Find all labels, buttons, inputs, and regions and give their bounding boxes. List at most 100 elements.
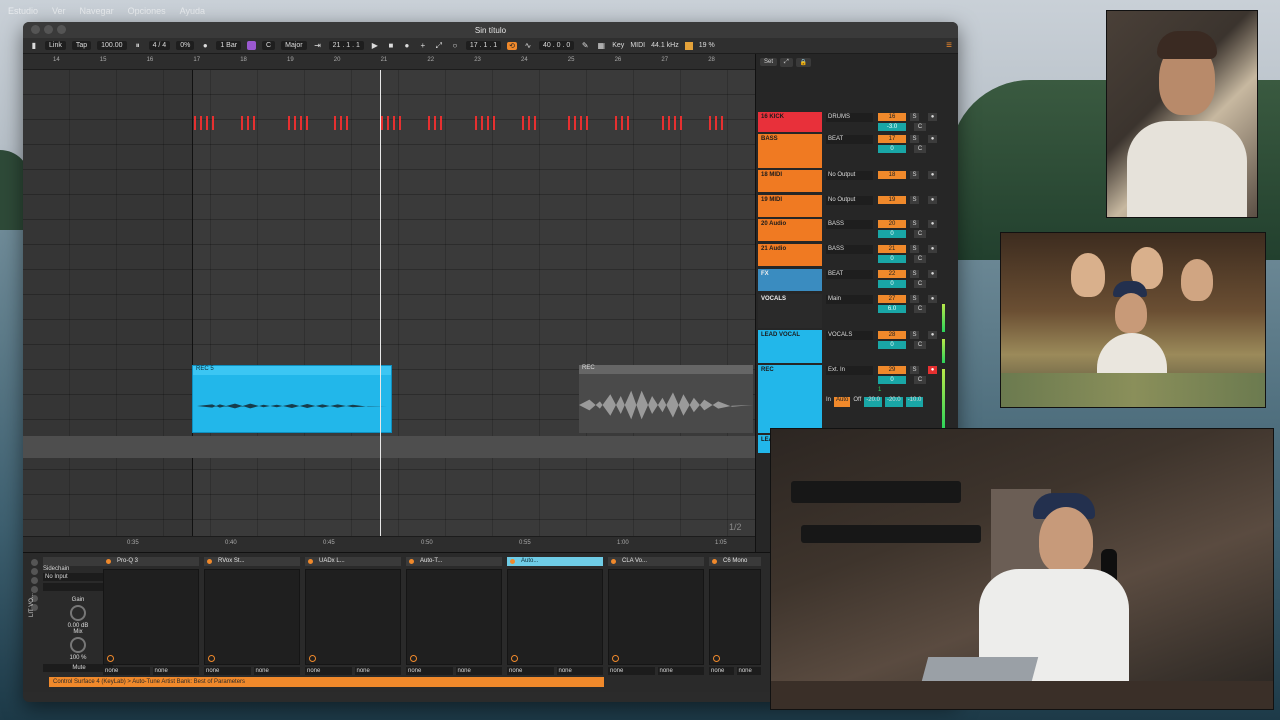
zoom-window-button[interactable] [57,25,66,34]
audio-clip-inactive[interactable]: REC [579,365,753,433]
mixer-track[interactable]: BASS BEAT 17 S ● 0 C [756,134,956,168]
play-icon[interactable]: ▶ [370,41,380,51]
track-name[interactable]: 16 KICK [758,112,822,132]
volume-field[interactable]: 0 [878,255,906,263]
midi-note[interactable] [293,116,296,130]
pan-field[interactable]: C [914,376,926,384]
device-slot[interactable]: CLA Vo... none none [608,557,704,677]
scale-mode-toggle[interactable] [247,41,257,50]
midi-note[interactable] [708,116,711,130]
session-record-icon[interactable]: ○ [450,41,460,51]
device-body[interactable] [507,569,603,665]
volume-field[interactable]: -3.0 [878,123,906,131]
monitor-auto-button[interactable]: Auto [834,397,851,407]
midi-note[interactable] [194,116,196,130]
track-name[interactable]: BASS [758,134,822,168]
scale-dropdown[interactable]: Major [281,41,307,50]
metronome-icon[interactable]: ● [200,41,210,51]
output-routing-dropdown[interactable]: No Output [826,171,873,180]
monitor-in-button[interactable]: In [826,397,831,407]
pan-field[interactable]: C [914,230,926,238]
mixer-track[interactable]: VOCALS Main 27 S ● 6.0 C [756,294,956,328]
device-toggle-icon[interactable] [31,586,38,593]
track-activator[interactable]: 17 [878,135,906,143]
midi-note[interactable] [480,116,483,130]
output-routing-dropdown[interactable]: No Output [826,196,873,205]
volume-field[interactable]: 6.0 [878,305,906,313]
track-activator[interactable]: 19 [878,196,906,204]
monitor-off-button[interactable]: Off [853,397,861,407]
record-arm-button[interactable]: ● [928,113,937,121]
solo-button[interactable]: S [910,366,919,374]
volume-field[interactable]: 0 [878,145,906,153]
record-arm-button[interactable]: ● [928,245,937,253]
menu-item[interactable]: Ayuda [180,6,205,16]
device-body[interactable] [204,569,300,665]
midi-note[interactable] [346,116,349,130]
sidechain-slot-dropdown[interactable]: none [103,667,150,675]
midi-note[interactable] [627,116,630,130]
pan-field[interactable]: C [914,145,926,153]
sidechain-slot-dropdown[interactable]: none [709,667,734,675]
device-title[interactable]: Auto-T... [406,557,502,566]
midi-note[interactable] [399,116,402,130]
track-activator[interactable]: 22 [878,270,906,278]
pan-field[interactable]: C [914,280,926,288]
device-slot[interactable]: Pro-Q 3 none none [103,557,199,677]
track-name[interactable]: 19 MIDI [758,195,822,217]
midi-note[interactable] [714,116,717,130]
overdub-icon[interactable]: + [418,41,428,51]
output-routing-dropdown[interactable]: Main [826,295,873,304]
macro-knob[interactable] [511,655,518,662]
time-signature-field[interactable]: 4 / 4 [148,41,171,50]
track-name[interactable]: 18 MIDI [758,170,822,192]
output-routing-dropdown[interactable]: DRUMS [826,113,873,122]
midi-note[interactable] [720,116,723,130]
midi-note[interactable] [246,116,249,130]
loop-start-marker[interactable] [192,70,193,536]
midi-note[interactable] [674,116,676,130]
mix-knob[interactable] [70,637,86,653]
output-routing-dropdown[interactable]: VOCALS [826,331,873,340]
selected-track-lane[interactable] [23,436,755,458]
tap-button[interactable]: Tap [71,41,92,50]
midi-note[interactable] [662,116,664,130]
solo-button[interactable]: S [910,245,919,253]
record-icon[interactable]: ● [402,41,412,51]
midi-note[interactable] [492,116,495,130]
midi-note[interactable] [334,116,337,130]
track-name[interactable]: REC [758,365,822,433]
record-arm-button[interactable]: ● [928,270,937,278]
midi-note[interactable] [486,116,489,130]
volume-field[interactable]: 0 [878,341,906,349]
pencil-icon[interactable]: ✎ [580,41,590,51]
macro-knob[interactable] [309,655,316,662]
link-button[interactable]: Link [45,41,66,50]
device-title[interactable]: RVox St... [204,557,300,566]
solo-button[interactable]: S [910,331,919,339]
tempo-field[interactable]: 100.00 [97,41,127,50]
device-title[interactable]: CLA Vo... [608,557,704,566]
midi-note[interactable] [206,116,208,130]
track-activator[interactable]: 20 [878,220,906,228]
midi-note[interactable] [621,116,624,130]
track-name[interactable]: FX [758,269,822,291]
track-name[interactable]: 20 Audio [758,219,822,241]
device-toggle-icon[interactable] [31,559,38,566]
device-title[interactable]: C6 Mono [709,557,761,566]
set-button[interactable]: Set [760,58,778,66]
sidechain-slot-dropdown[interactable]: none [556,667,603,675]
mixer-track[interactable]: 16 KICK DRUMS 16 S ● -3.0 C [756,112,956,132]
volume-field[interactable]: 0 [878,376,906,384]
record-arm-button[interactable]: ● [928,331,937,339]
device-title[interactable]: Auto... [507,557,603,566]
groove-field[interactable]: 0% [176,41,195,50]
midi-note[interactable] [668,116,670,130]
macro-knob[interactable] [612,655,619,662]
track-activator[interactable]: 16 [878,113,906,121]
midi-note[interactable] [381,116,384,130]
midi-note[interactable] [393,116,396,130]
menu-item[interactable]: Opciones [128,6,166,16]
output-routing-dropdown[interactable]: BASS [826,220,873,229]
volume-field[interactable]: 0 [878,280,906,288]
